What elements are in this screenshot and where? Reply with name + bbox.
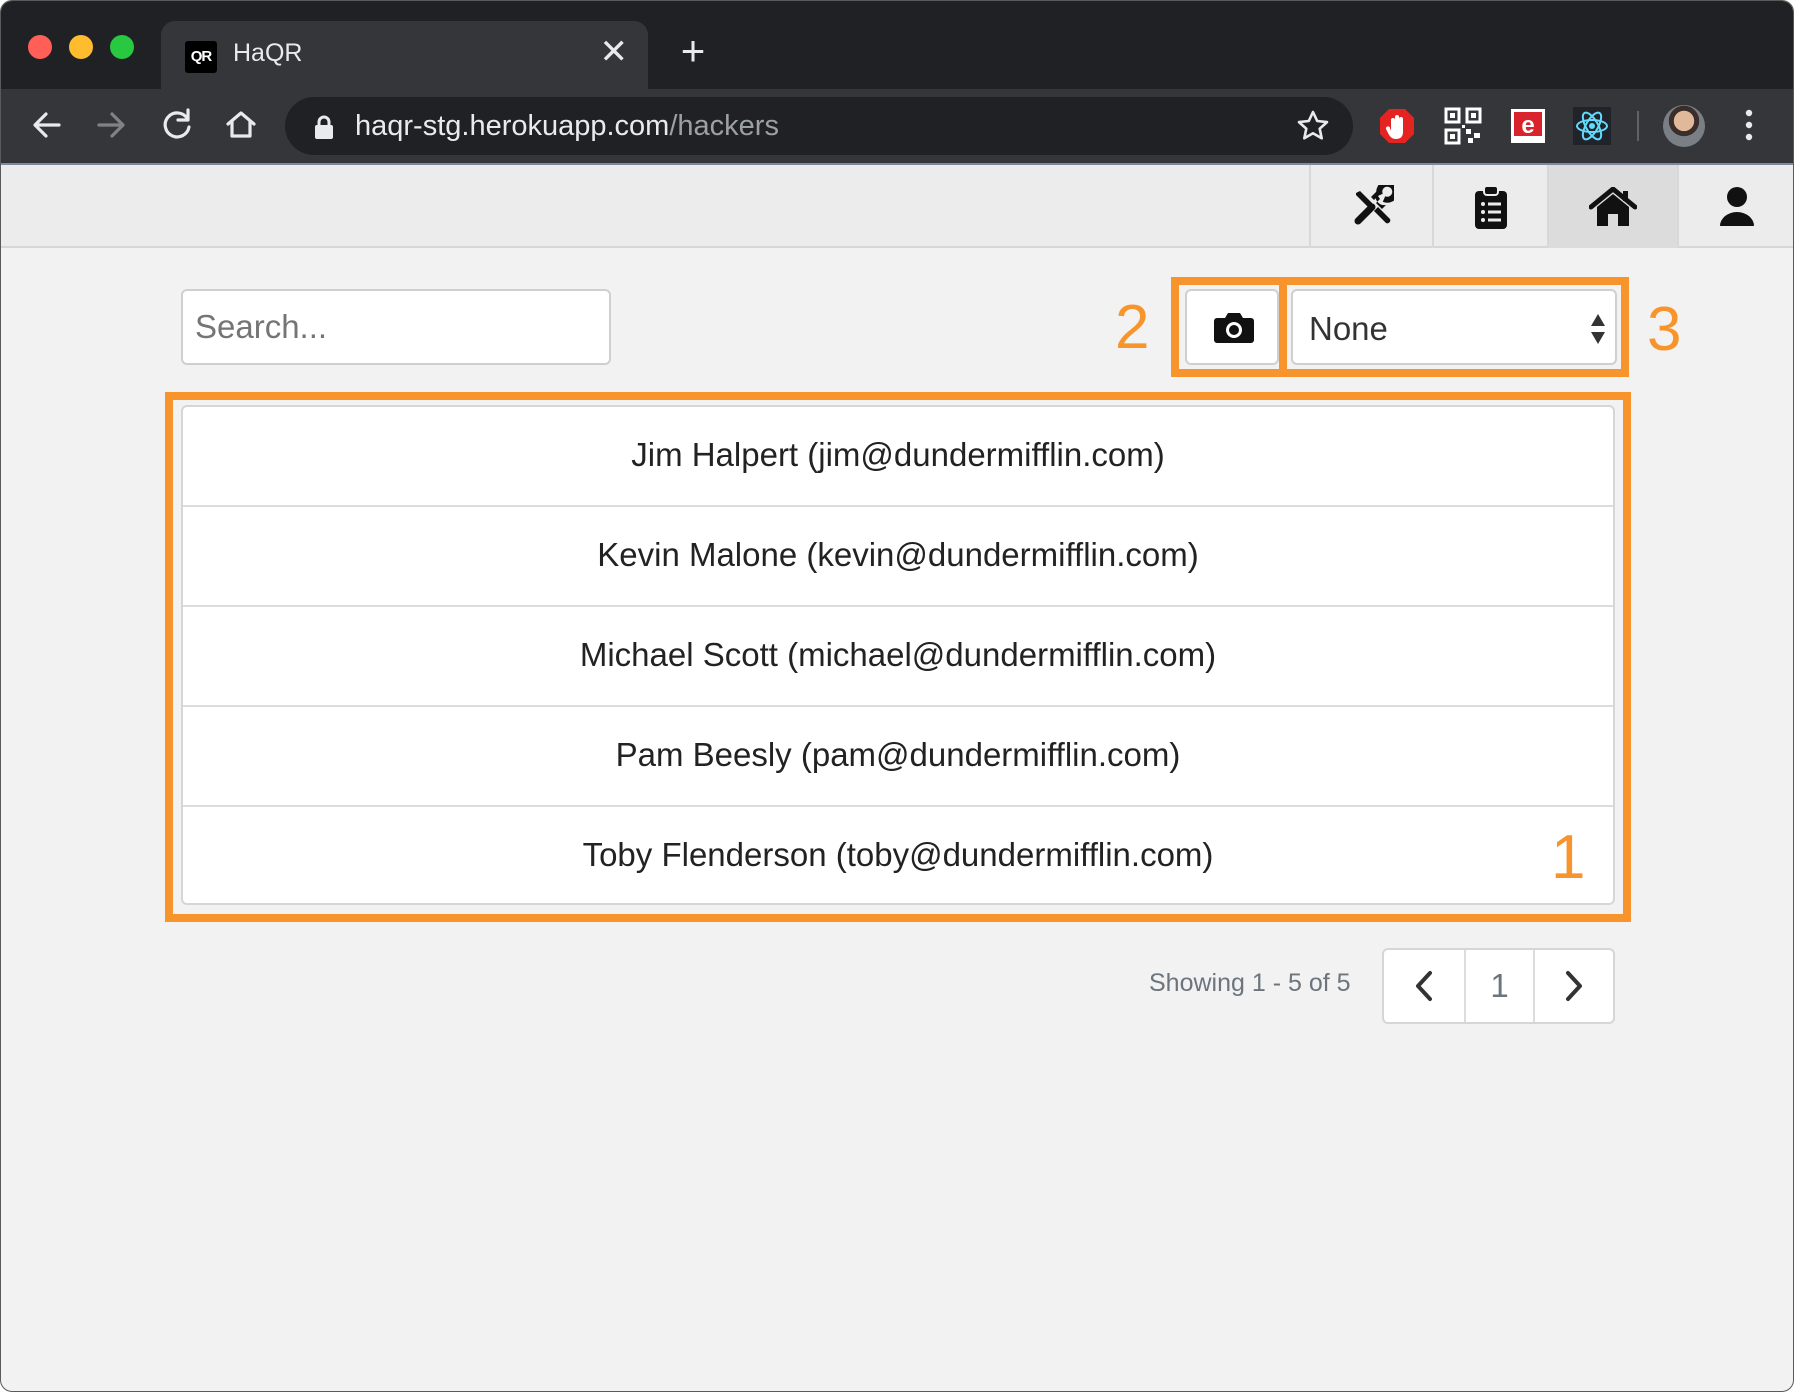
search-input[interactable] <box>181 289 611 365</box>
maximize-window-button[interactable] <box>110 35 134 59</box>
list-item[interactable]: Kevin Malone (kevin@dundermifflin.com) <box>183 507 1613 607</box>
hacker-list: Jim Halpert (jim@dundermifflin.com) Kevi… <box>181 405 1615 905</box>
list-item[interactable]: Pam Beesly (pam@dundermifflin.com) <box>183 707 1613 807</box>
home-icon[interactable] <box>221 105 261 145</box>
title-bar: QR HaQR ✕ + <box>1 1 1793 89</box>
hand-stop-icon[interactable] <box>1378 107 1416 145</box>
home-icon <box>1589 186 1637 226</box>
nav-user[interactable] <box>1677 165 1793 248</box>
tab-close-icon[interactable]: ✕ <box>600 35 629 69</box>
pagination-summary: Showing 1 - 5 of 5 <box>1149 969 1351 997</box>
tab-title: HaQR <box>233 39 303 67</box>
user-icon <box>1720 186 1754 226</box>
url-text: haqr-stg.herokuapp.com/hackers <box>355 110 779 143</box>
browser-window: QR HaQR ✕ + haqr-stg.herokuapp.com/hacke… <box>0 0 1794 1392</box>
browser-toolbar: haqr-stg.herokuapp.com/hackers e <box>1 89 1793 165</box>
page-number-button[interactable]: 1 <box>1466 950 1535 1022</box>
e-extension-icon[interactable]: e <box>1509 107 1547 145</box>
back-arrow-icon[interactable] <box>27 105 67 145</box>
camera-icon <box>1214 313 1254 343</box>
url-host: haqr-stg.herokuapp.com <box>355 110 670 142</box>
new-tab-button[interactable]: + <box>673 30 713 72</box>
select-value: None <box>1309 310 1388 347</box>
select-arrows-icon <box>1591 314 1605 344</box>
list-item[interactable]: Toby Flenderson (toby@dundermifflin.com) <box>183 807 1613 907</box>
chevron-right-icon <box>1566 971 1582 1001</box>
url-path: /hackers <box>669 110 779 142</box>
app-navbar <box>1 165 1793 248</box>
nav-home[interactable] <box>1547 165 1677 248</box>
camera-scan-button[interactable] <box>1185 289 1279 365</box>
pagination: 1 <box>1382 948 1615 1024</box>
list-item[interactable]: Michael Scott (michael@dundermifflin.com… <box>183 607 1613 707</box>
star-icon[interactable] <box>1295 108 1331 144</box>
reload-icon[interactable] <box>157 105 197 145</box>
forward-arrow-icon[interactable] <box>91 105 131 145</box>
qr-favicon-icon: QR <box>185 41 217 73</box>
annotation-label-camera: 2 <box>1115 293 1150 362</box>
lock-icon <box>315 115 333 139</box>
toolbar-divider <box>1637 111 1639 141</box>
qr-code-icon[interactable] <box>1444 107 1482 145</box>
nav-clipboard[interactable] <box>1432 165 1547 248</box>
clipboard-list-icon <box>1474 184 1507 229</box>
annotation-label-list: 1 <box>1551 823 1586 892</box>
chevron-left-icon <box>1416 971 1432 1001</box>
nav-tools[interactable] <box>1309 165 1432 248</box>
profile-avatar[interactable] <box>1663 105 1705 147</box>
svg-text:e: e <box>1521 112 1534 139</box>
annotation-label-select: 3 <box>1647 295 1682 364</box>
scan-type-select[interactable]: None <box>1291 289 1617 365</box>
address-bar[interactable]: haqr-stg.herokuapp.com/hackers <box>285 97 1353 155</box>
next-page-button[interactable] <box>1535 950 1613 1022</box>
tools-icon <box>1354 184 1394 224</box>
browser-tab[interactable]: QR HaQR ✕ <box>161 21 648 89</box>
react-devtools-icon[interactable] <box>1573 107 1611 145</box>
kebab-menu-icon[interactable] <box>1741 103 1757 147</box>
list-item[interactable]: Jim Halpert (jim@dundermifflin.com) <box>183 407 1613 507</box>
minimize-window-button[interactable] <box>69 35 93 59</box>
close-window-button[interactable] <box>28 35 52 59</box>
annotation-divider <box>1279 281 1287 373</box>
prev-page-button[interactable] <box>1384 950 1466 1022</box>
